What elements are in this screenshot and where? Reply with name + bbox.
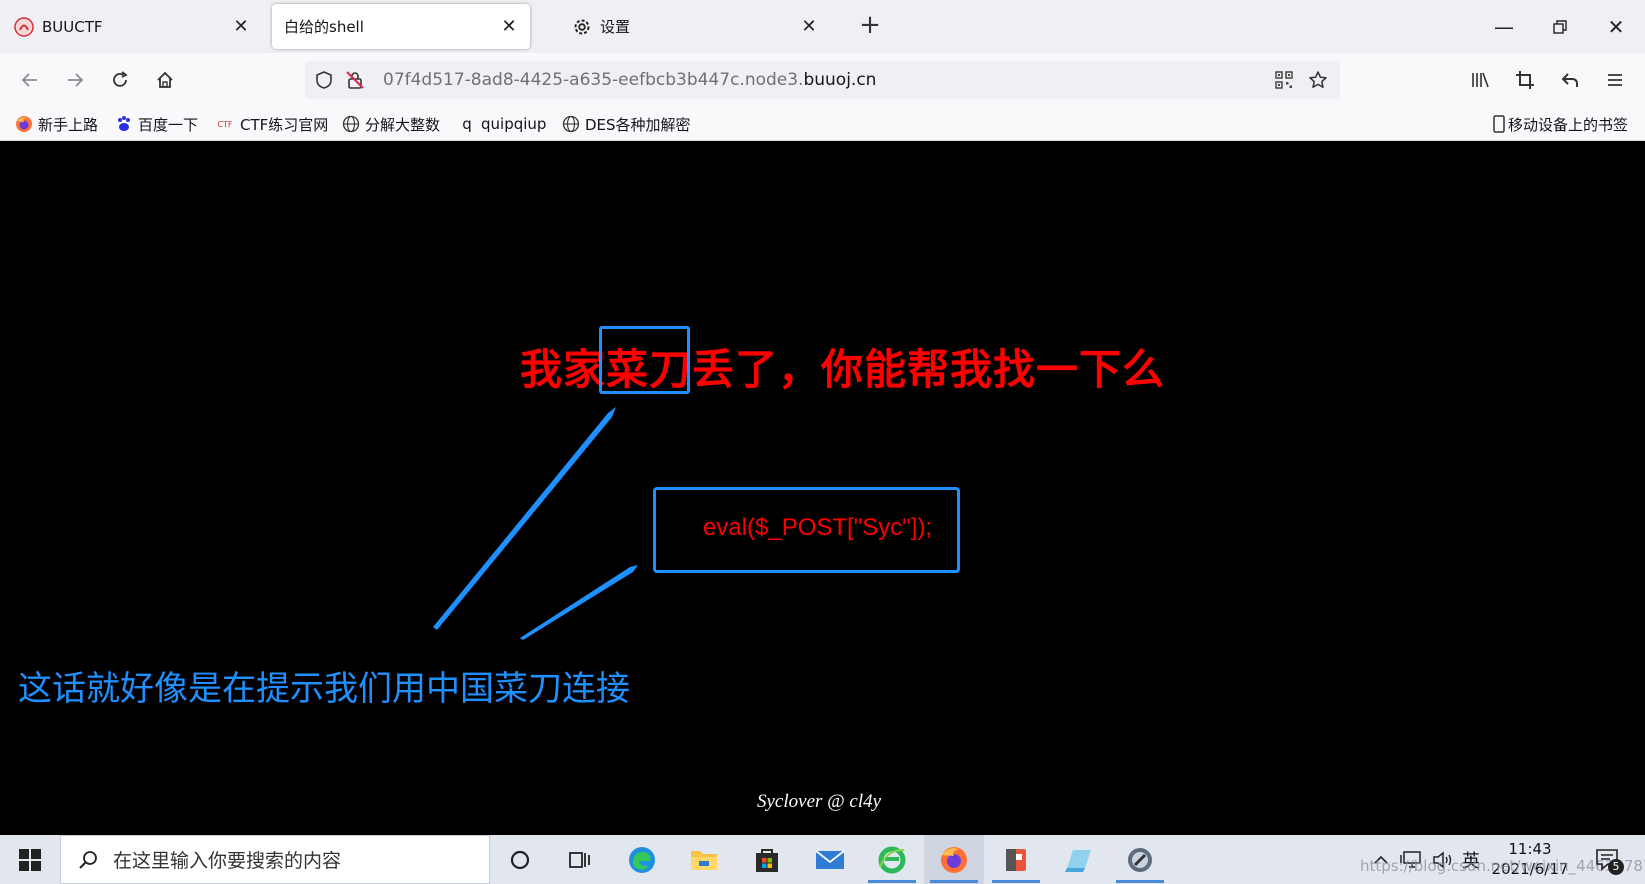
mail-icon[interactable]	[800, 835, 860, 884]
search-icon	[73, 845, 103, 875]
firefox-taskbar-icon[interactable]	[924, 835, 984, 884]
library-icon[interactable]	[1465, 65, 1495, 95]
new-tab-button[interactable]: +	[857, 12, 883, 39]
crop-screenshot-icon[interactable]	[1510, 65, 1540, 95]
bookmark-label: CTF练习官网	[240, 115, 329, 134]
annotation-text: 这话就好像是在提示我们用中国菜刀连接	[18, 669, 630, 709]
bookmark-star-icon[interactable]	[1305, 67, 1331, 93]
arrow-to-code	[520, 565, 638, 640]
mobile-bookmarks[interactable]: 移动设备上的书签	[1492, 113, 1628, 135]
windows-logo-icon	[19, 848, 41, 871]
globe-icon	[342, 115, 360, 133]
bookmark-item[interactable]: 分解大整数	[342, 113, 440, 135]
ie-browser-icon[interactable]	[862, 835, 922, 884]
clock-time: 11:43	[1508, 840, 1552, 858]
reload-icon[interactable]	[105, 65, 135, 95]
menu-icon[interactable]	[1600, 65, 1630, 95]
home-icon[interactable]	[150, 65, 180, 95]
taskbar-search[interactable]: 在这里输入你要搜索的内容	[60, 835, 490, 884]
bookmark-label: 新手上路	[38, 115, 99, 134]
store-icon[interactable]	[737, 835, 797, 884]
url-bar[interactable]: 07f4d517-8ad8-4425-a635-eefbcb3b447c.nod…	[305, 61, 1340, 99]
close-icon[interactable]: ✕	[798, 16, 820, 38]
close-icon[interactable]: ✕	[230, 16, 252, 38]
minimize-icon[interactable]: —	[1487, 10, 1521, 44]
navigation-bar: 07f4d517-8ad8-4425-a635-eefbcb3b447c.nod…	[0, 53, 1645, 106]
edge-icon[interactable]	[612, 835, 672, 884]
qr-code-icon[interactable]	[1271, 67, 1297, 93]
tab-title: 白给的shell	[284, 18, 364, 36]
page-signature: Syclover @ cl4y	[757, 791, 882, 812]
bookmark-item[interactable]: 百度一下	[115, 113, 198, 135]
url-text[interactable]: 07f4d517-8ad8-4425-a635-eefbcb3b447c.nod…	[383, 70, 876, 90]
restore-icon[interactable]	[1543, 10, 1577, 44]
mobile-bookmarks-label: 移动设备上的书签	[1508, 115, 1629, 134]
shield-icon[interactable]	[311, 67, 337, 93]
ctf-logo-icon: CTF	[217, 119, 233, 129]
bookmark-label: quipqiup	[481, 115, 547, 133]
buuctf-favicon-icon	[14, 16, 34, 37]
mobile-device-icon	[1492, 115, 1506, 133]
page-content: 我家菜刀丢了，你能帮我找一下么 eval($_POST["Syc"]); 这话就…	[0, 141, 1645, 835]
q-icon: q	[462, 115, 472, 133]
globe-icon	[562, 115, 580, 133]
start-button[interactable]	[0, 835, 60, 884]
annotation-arrows	[433, 407, 638, 640]
notification-center-icon[interactable]: 5	[1590, 835, 1624, 884]
tab-title: 设置	[600, 18, 631, 36]
bookmark-item[interactable]: DES各种加解密	[562, 113, 691, 135]
task-view-icon[interactable]	[550, 835, 610, 884]
bookmark-item[interactable]: CTF CTF练习官网	[215, 113, 328, 135]
bookmarks-toolbar: 新手上路 百度一下 CTF CTF练习官网 分解大整数 q quipqiup D…	[0, 106, 1645, 141]
bookmark-item[interactable]: 新手上路	[15, 113, 98, 135]
forward-icon[interactable]	[60, 65, 90, 95]
app-orange-icon[interactable]	[986, 835, 1046, 884]
cortana-icon[interactable]	[490, 835, 550, 884]
gear-icon	[572, 17, 592, 37]
tab-shell[interactable]: 白给的shell ✕	[272, 4, 530, 49]
search-placeholder: 在这里输入你要搜索的内容	[113, 850, 342, 872]
firefox-icon	[15, 115, 33, 133]
insecure-lock-icon[interactable]	[342, 67, 368, 93]
bookmark-label: DES各种加解密	[585, 115, 691, 134]
notepad-icon[interactable]	[1048, 835, 1108, 884]
bookmark-label: 分解大整数	[365, 115, 441, 134]
notification-count-badge: 5	[1608, 859, 1624, 875]
tab-buuctf[interactable]: BUUCTF ✕	[4, 4, 262, 49]
tab-settings[interactable]: 设置 ✕	[562, 4, 830, 49]
windows-taskbar: 在这里输入你要搜索的内容 英 11:43 2021/6/17 https://b…	[0, 835, 1645, 884]
back-icon[interactable]	[15, 65, 45, 95]
close-icon[interactable]: ✕	[498, 16, 520, 38]
chopper-tool-icon[interactable]	[1110, 835, 1170, 884]
baidu-paw-icon	[115, 115, 133, 133]
tab-title: BUUCTF	[42, 17, 103, 36]
tab-strip: BUUCTF ✕ 白给的shell ✕ 设置 ✕ + — ✕	[0, 0, 1645, 53]
undo-arrow-icon[interactable]	[1555, 65, 1585, 95]
bookmark-item[interactable]: q quipqiup	[458, 113, 546, 135]
file-explorer-icon[interactable]	[674, 835, 734, 884]
window-close-icon[interactable]: ✕	[1599, 10, 1633, 44]
bookmark-label: 百度一下	[138, 115, 199, 134]
